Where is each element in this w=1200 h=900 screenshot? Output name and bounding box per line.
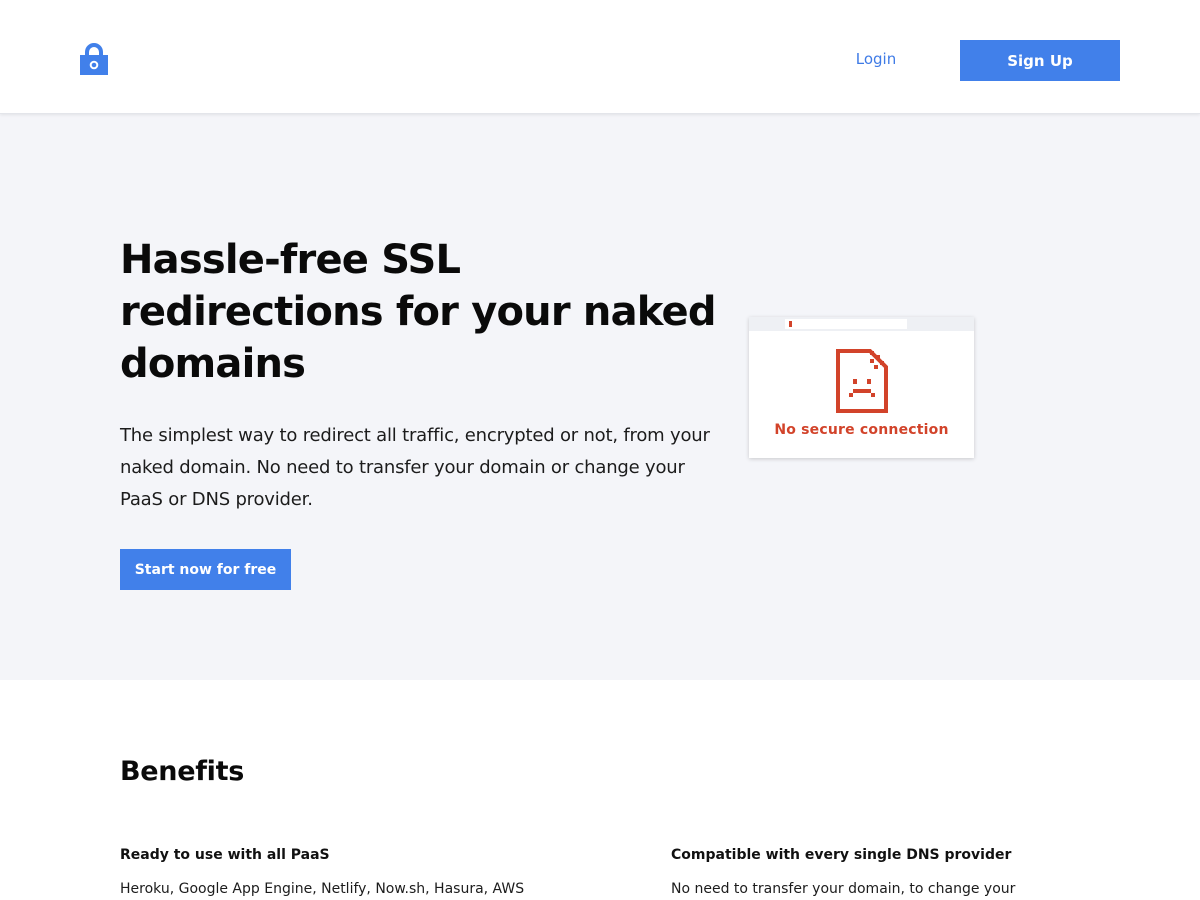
broken-page-icon <box>836 349 888 413</box>
sign-up-button[interactable]: Sign Up <box>960 40 1120 81</box>
start-free-button[interactable]: Start now for free <box>120 549 291 590</box>
site-header: Login Sign Up <box>0 0 1200 114</box>
browser-tab <box>785 319 907 329</box>
hero-section: Hassle-free SSL redirections for your na… <box>0 114 1200 680</box>
hero-title: Hassle-free SSL redirections for your na… <box>120 237 716 387</box>
login-link[interactable]: Login <box>836 50 916 68</box>
benefit-paas: Ready to use with all PaaS Heroku, Googl… <box>120 844 580 900</box>
benefit-title: Ready to use with all PaaS <box>120 847 330 863</box>
benefit-title: Compatible with every single DNS provide… <box>671 847 1012 863</box>
benefits-title: Benefits <box>120 756 245 787</box>
padlock-icon[interactable] <box>80 42 108 75</box>
benefit-text: Heroku, Google App Engine, Netlify, Now.… <box>120 881 525 897</box>
tab-warning-icon <box>789 321 792 327</box>
no-secure-connection-label: No secure connection <box>774 422 949 438</box>
benefits-section: Benefits Ready to use with all PaaS Hero… <box>0 680 1200 900</box>
hero-description: The simplest way to redirect all traffic… <box>120 425 710 510</box>
benefit-dns: Compatible with every single DNS provide… <box>671 844 1131 900</box>
benefit-text: No need to transfer your domain, to chan… <box>671 881 1016 897</box>
browser-illustration: No secure connection <box>749 317 974 458</box>
